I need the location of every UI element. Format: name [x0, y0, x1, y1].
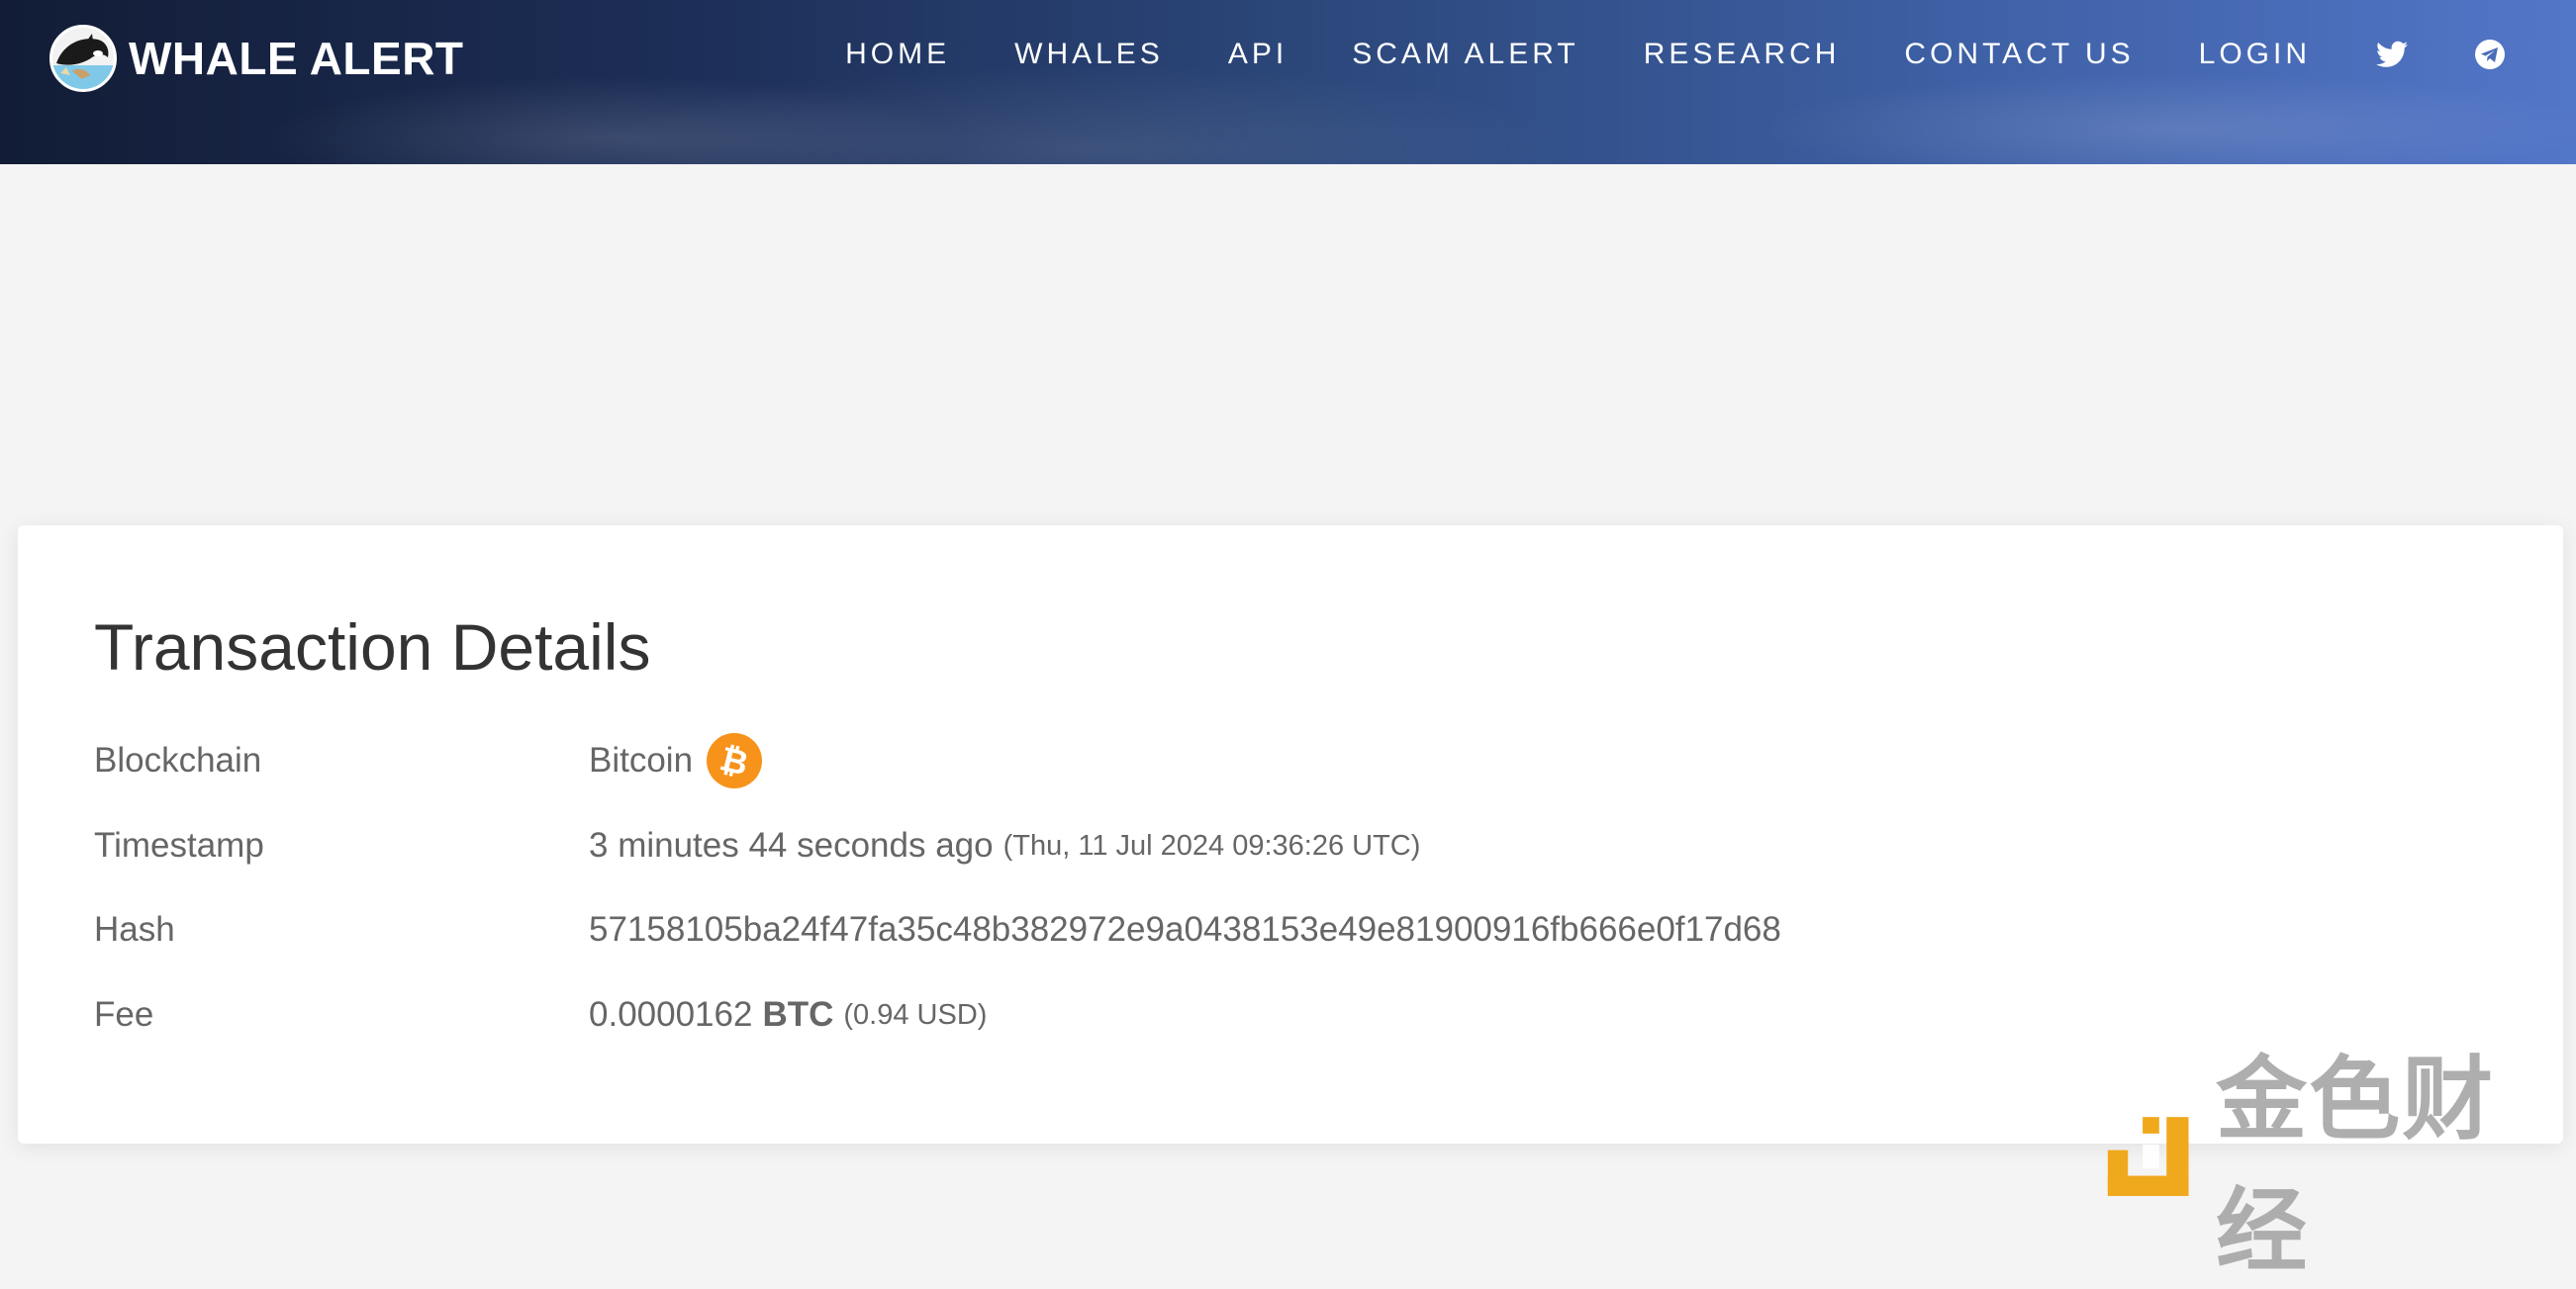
fee-row: Fee 0.0000162 BTC (0.94 USD) — [94, 995, 2469, 1055]
blockchain-label: Blockchain — [94, 741, 262, 780]
nav-research[interactable]: RESEARCH — [1644, 38, 1841, 71]
jinse-logo-icon — [2107, 1117, 2189, 1196]
transaction-details-card: Transaction Details Blockchain Bitcoin ₿… — [18, 525, 2563, 1144]
nav-home[interactable]: HOME — [845, 38, 950, 71]
blockchain-row: Blockchain Bitcoin ₿ — [94, 733, 2469, 800]
watermark: 金色财经 — [2106, 1047, 2561, 1284]
nav-scam-alert[interactable]: SCAM ALERT — [1352, 38, 1579, 71]
fee-usd: (0.94 USD) — [843, 998, 988, 1031]
timestamp-relative: 3 minutes 44 seconds ago — [589, 826, 994, 865]
watermark-text: 金色财经 — [2216, 1047, 2496, 1284]
telegram-icon[interactable] — [2473, 38, 2507, 71]
page-title: Transaction Details — [94, 610, 651, 684]
twitter-icon[interactable] — [2375, 38, 2409, 71]
brand-name: WHALE ALERT — [129, 33, 464, 84]
fee-unit: BTC — [762, 995, 834, 1034]
blockchain-value: Bitcoin — [589, 741, 694, 780]
blockchain-value-group: Bitcoin ₿ — [589, 731, 763, 790]
timestamp-absolute: (Thu, 11 Jul 2024 09:36:26 UTC) — [1002, 829, 1421, 862]
bitcoin-icon: ₿ — [707, 733, 763, 788]
nav-api[interactable]: API — [1228, 38, 1288, 71]
nav-login[interactable]: LOGIN — [2199, 38, 2311, 71]
whale-logo-icon — [49, 25, 117, 92]
hash-label: Hash — [94, 910, 175, 949]
brand-home-link[interactable]: WHALE ALERT — [49, 24, 464, 93]
nav-contact-us[interactable]: CONTACT US — [1904, 38, 2134, 71]
nav-whales[interactable]: WHALES — [1014, 38, 1164, 71]
main-nav: HOME WHALES API SCAM ALERT RESEARCH CONT… — [781, 30, 2507, 79]
timestamp-row: Timestamp 3 minutes 44 seconds ago (Thu,… — [94, 826, 2469, 885]
fee-amount: 0.0000162 — [589, 995, 753, 1034]
fee-value-group: 0.0000162 BTC (0.94 USD) — [589, 995, 987, 1035]
fee-label: Fee — [94, 995, 154, 1034]
timestamp-value-group: 3 minutes 44 seconds ago (Thu, 11 Jul 20… — [589, 826, 1420, 866]
hash-row: Hash 57158105ba24f47fa35c48b382972e9a043… — [94, 910, 2469, 969]
top-navbar: WHALE ALERT HOME WHALES API SCAM ALERT R… — [0, 0, 2576, 164]
timestamp-label: Timestamp — [94, 826, 264, 865]
hash-link[interactable]: 57158105ba24f47fa35c48b382972e9a0438153e… — [589, 910, 1781, 950]
